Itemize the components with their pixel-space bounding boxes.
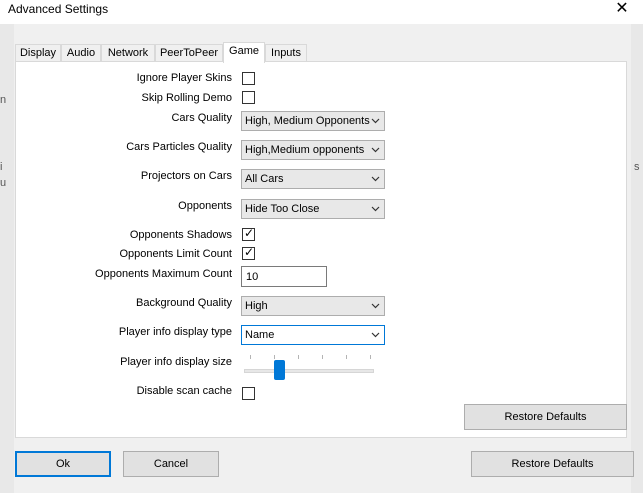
chevron-down-icon — [371, 175, 380, 183]
checkmark-icon: ✓ — [244, 226, 255, 240]
cars-quality-select[interactable]: High, Medium Opponents — [241, 111, 385, 131]
skip-rolling-demo-checkbox[interactable] — [242, 91, 255, 104]
chevron-down-icon — [371, 331, 380, 339]
cars-quality-label: Cars Quality — [171, 112, 232, 124]
chevron-down-icon — [371, 117, 380, 125]
chevron-down-icon — [371, 205, 380, 213]
restore-defaults-button[interactable]: Restore Defaults — [471, 451, 634, 477]
slider-thumb[interactable] — [274, 360, 285, 380]
player-info-display-size-label: Player info display size — [120, 356, 232, 368]
cars-particles-quality-label: Cars Particles Quality — [126, 141, 232, 153]
projectors-on-cars-value: All Cars — [245, 173, 284, 185]
slider-tick — [370, 355, 371, 359]
player-info-display-type-label: Player info display type — [118, 326, 232, 338]
slider-tick — [322, 355, 323, 359]
background-text: s — [634, 161, 640, 173]
background-text: i — [0, 161, 3, 173]
checkmark-icon: ✓ — [244, 245, 255, 259]
background-window-right: s — [631, 24, 643, 493]
slider-tick — [250, 355, 251, 359]
slider-track[interactable] — [244, 369, 374, 373]
background-quality-select[interactable]: High — [241, 296, 385, 316]
disable-scan-cache-checkbox[interactable] — [242, 387, 255, 400]
opponents-label: Opponents — [178, 200, 232, 212]
tab-peertopeer[interactable]: PeerToPeer — [155, 44, 223, 62]
tab-network[interactable]: Network — [101, 44, 155, 62]
opponents-shadows-checkbox[interactable]: ✓ — [242, 226, 255, 241]
title-bar: Advanced Settings ✕ — [0, 0, 643, 24]
background-quality-label: Background Quality — [136, 297, 232, 309]
tab-inputs[interactable]: Inputs — [265, 44, 307, 62]
projectors-on-cars-label: Projectors on Cars — [140, 170, 232, 182]
player-info-display-type-value: Name — [245, 329, 275, 341]
slider-tick — [274, 355, 275, 359]
projectors-on-cars-select[interactable]: All Cars — [241, 169, 385, 189]
cars-quality-value: High, Medium Opponents — [245, 115, 370, 127]
chevron-down-icon — [371, 302, 380, 310]
player-info-display-type-select[interactable]: Name — [241, 325, 385, 345]
ignore-player-skins-label: Ignore Player Skins — [136, 72, 232, 84]
background-quality-value: High — [245, 300, 268, 312]
opponents-maximum-count-field[interactable] — [241, 266, 327, 287]
cars-particles-quality-select[interactable]: High,Medium opponents — [241, 140, 385, 160]
chevron-down-icon — [371, 146, 380, 154]
skip-rolling-demo-label: Skip Rolling Demo — [141, 92, 232, 104]
background-text: n — [0, 94, 7, 106]
slider-tick — [346, 355, 347, 359]
cars-particles-quality-value: High,Medium opponents — [245, 144, 365, 156]
opponents-maximum-count-input[interactable] — [242, 267, 326, 286]
player-info-display-size-slider[interactable] — [244, 352, 376, 380]
background-window-left: n i u — [0, 24, 14, 493]
ignore-player-skins-checkbox[interactable] — [242, 72, 255, 85]
tab-game[interactable]: Game — [223, 42, 265, 63]
disable-scan-cache-label: Disable scan cache — [136, 385, 232, 397]
cancel-button[interactable]: Cancel — [123, 451, 219, 477]
opponents-select[interactable]: Hide Too Close — [241, 199, 385, 219]
tab-audio[interactable]: Audio — [61, 44, 101, 62]
background-text: u — [0, 177, 7, 189]
ok-button[interactable]: Ok — [15, 451, 111, 477]
opponents-maximum-count-label: Opponents Maximum Count — [95, 268, 232, 280]
opponents-limit-count-checkbox[interactable]: ✓ — [242, 245, 255, 260]
window-title: Advanced Settings — [8, 2, 109, 16]
opponents-shadows-label: Opponents Shadows — [129, 229, 232, 241]
opponents-limit-count-label: Opponents Limit Count — [119, 248, 232, 260]
tab-display[interactable]: Display — [15, 44, 61, 62]
slider-tick — [298, 355, 299, 359]
opponents-value: Hide Too Close — [245, 203, 320, 215]
restore-defaults-panel-button[interactable]: Restore Defaults — [464, 404, 627, 430]
close-icon[interactable]: ✕ — [607, 0, 637, 22]
